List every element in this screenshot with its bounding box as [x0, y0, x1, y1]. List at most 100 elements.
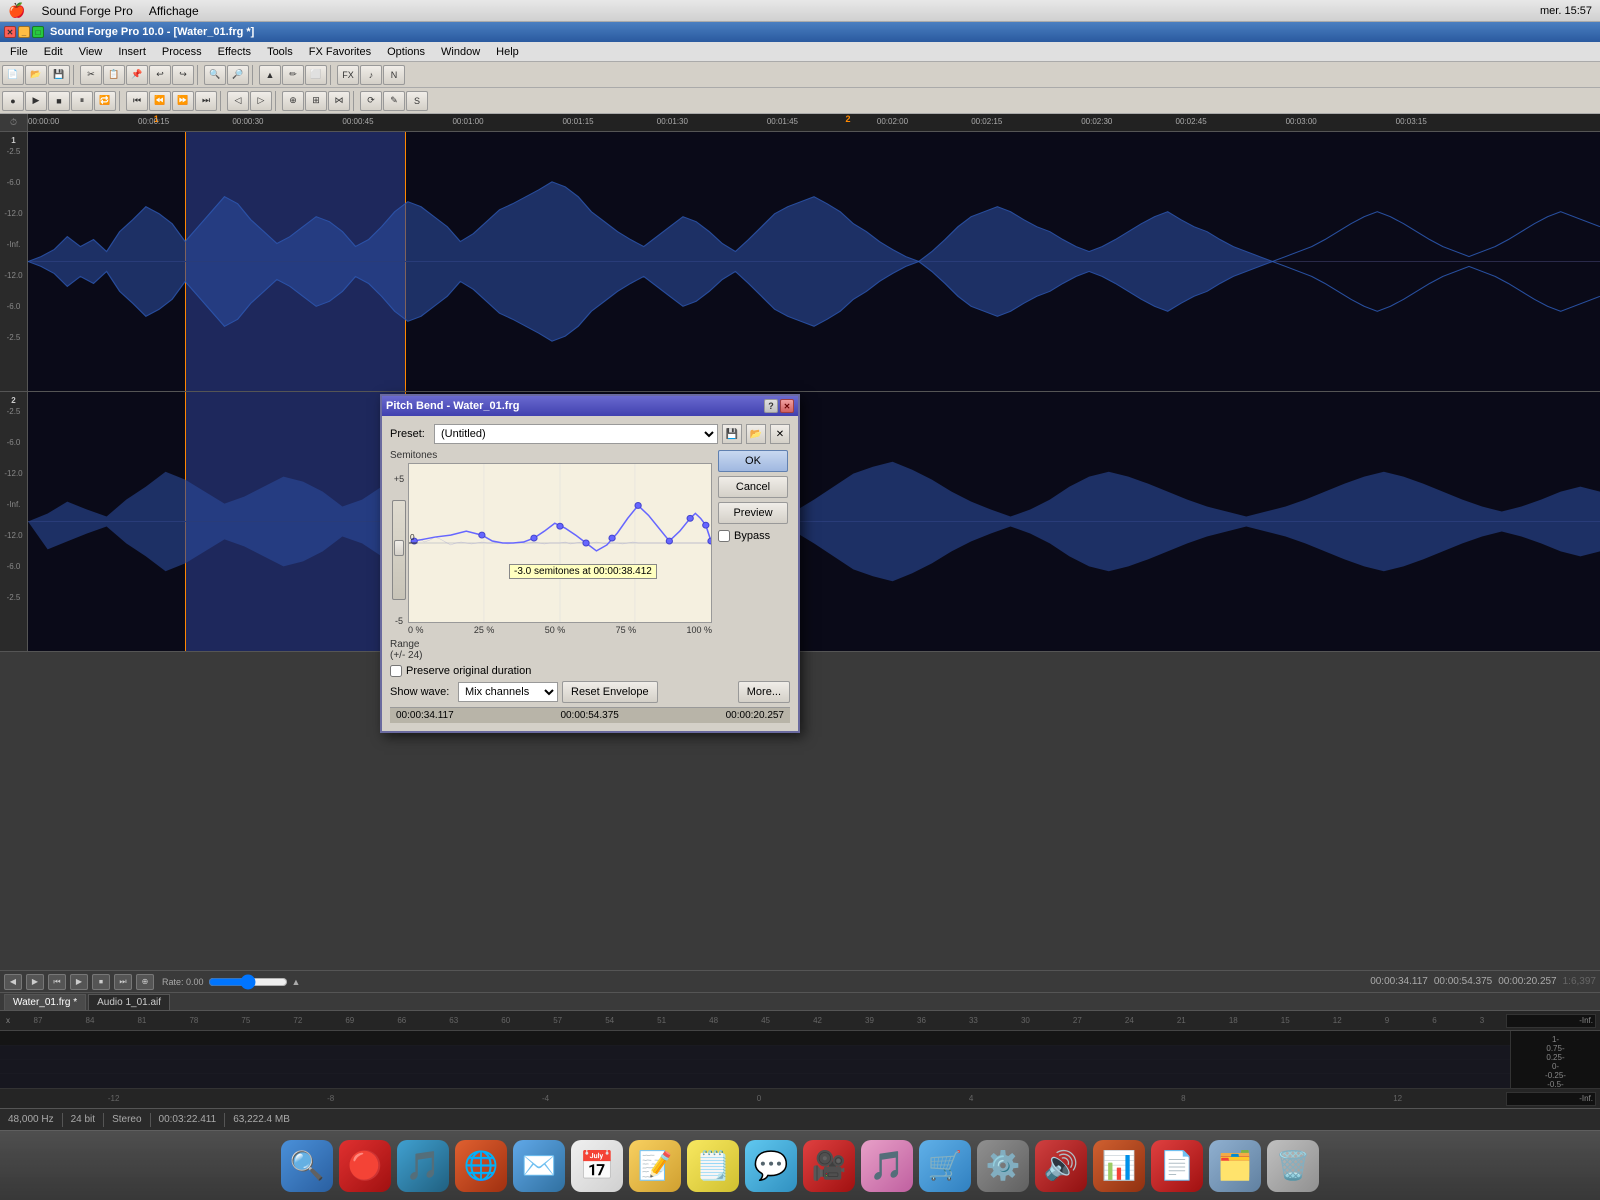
preset-save-btn[interactable]: 💾	[722, 424, 742, 444]
reset-envelope-button[interactable]: Reset Envelope	[562, 681, 658, 703]
tab-water01[interactable]: Water_01.frg *	[4, 994, 86, 1010]
menu-sound-forge[interactable]: Sound Forge Pro	[41, 4, 132, 18]
cancel-button[interactable]: Cancel	[718, 476, 788, 498]
menu-edit[interactable]: Edit	[38, 44, 69, 60]
dock-acrobat[interactable]: 📄	[1151, 1140, 1203, 1192]
pitch-dialog-close-button[interactable]: ✕	[780, 399, 794, 413]
tb-pencil2[interactable]: ✎	[383, 91, 405, 111]
tb-normalize[interactable]: N	[383, 65, 405, 85]
tb-marker-set[interactable]: ◁	[227, 91, 249, 111]
menu-effects[interactable]: Effects	[212, 44, 257, 60]
dock-appstore[interactable]: 🛒	[919, 1140, 971, 1192]
tb-redo[interactable]: ↪	[172, 65, 194, 85]
track-1-waveform-area[interactable]	[28, 132, 1600, 391]
nav-next-btn[interactable]: ⏭	[114, 974, 132, 990]
preset-delete-btn[interactable]: ✕	[770, 424, 790, 444]
tb-stop[interactable]: ■	[48, 91, 70, 111]
tb-rewind[interactable]: ⏪	[149, 91, 171, 111]
preview-button[interactable]: Preview	[718, 502, 788, 524]
menu-insert[interactable]: Insert	[112, 44, 152, 60]
menu-view[interactable]: View	[73, 44, 109, 60]
close-button[interactable]: ✕	[4, 26, 16, 38]
dock-video[interactable]: 🎥	[803, 1140, 855, 1192]
tb-pencil[interactable]: ✏	[282, 65, 304, 85]
tb-grid[interactable]: ⊞	[305, 91, 327, 111]
tb-effects[interactable]: FX	[337, 65, 359, 85]
tb-loop-play[interactable]: 🔁	[94, 91, 116, 111]
menu-affichage[interactable]: Affichage	[149, 4, 199, 18]
nav-prev-btn[interactable]: ⏮	[48, 974, 66, 990]
tb-zoom-in[interactable]: 🔍	[204, 65, 226, 85]
tb-record[interactable]: ●	[2, 91, 24, 111]
wave-select[interactable]: Mix channels Left channel Right channel	[458, 682, 558, 702]
tb-open[interactable]: 📂	[25, 65, 47, 85]
dock-finder[interactable]: 🔍	[281, 1140, 333, 1192]
tb-marker-go[interactable]: ▷	[250, 91, 272, 111]
menu-process[interactable]: Process	[156, 44, 208, 60]
more-button[interactable]: More...	[738, 681, 790, 703]
dock-stickies[interactable]: 🗒️	[687, 1140, 739, 1192]
dock-calendar[interactable]: 📅	[571, 1140, 623, 1192]
pitch-dialog-body: Preset: (Untitled) 💾 📂 ✕ Semitones	[382, 416, 798, 731]
tb-snap[interactable]: ⊕	[282, 91, 304, 111]
tb-copy[interactable]: 📋	[103, 65, 125, 85]
menu-help[interactable]: Help	[490, 44, 525, 60]
tb-save[interactable]: 💾	[48, 65, 70, 85]
rate-slider[interactable]	[208, 974, 288, 990]
tb-pause[interactable]: ⏸	[71, 91, 93, 111]
menu-fx-favorites[interactable]: FX Favorites	[303, 44, 377, 60]
dock-system-prefs[interactable]: ⚙️	[977, 1140, 1029, 1192]
dock-chat[interactable]: 💬	[745, 1140, 797, 1192]
tb-play[interactable]: ▶	[25, 91, 47, 111]
pitch-dialog-help-button[interactable]: ?	[764, 399, 778, 413]
bypass-checkbox[interactable]	[718, 530, 730, 542]
tb-new[interactable]: 📄	[2, 65, 24, 85]
nav-right-btn[interactable]: ▶	[26, 974, 44, 990]
tb-zoom-out[interactable]: 🔎	[227, 65, 249, 85]
dock-notes[interactable]: 📝	[629, 1140, 681, 1192]
tb-pitch[interactable]: ♪	[360, 65, 382, 85]
dock-soundforge[interactable]: 📊	[1093, 1140, 1145, 1192]
menu-file[interactable]: File	[4, 44, 34, 60]
preserve-checkbox[interactable]	[390, 665, 402, 677]
tb-eraser[interactable]: ⬜	[305, 65, 327, 85]
preset-open-btn[interactable]: 📂	[746, 424, 766, 444]
tb-paste[interactable]: 📌	[126, 65, 148, 85]
tb-undo[interactable]: ↩	[149, 65, 171, 85]
nav-play-btn[interactable]: ▶	[70, 974, 88, 990]
env-canvas[interactable]: 0 -3.0 semitones at 00:00:38.412	[408, 463, 712, 623]
nav-stop-btn[interactable]: ⏹	[92, 974, 110, 990]
nav-left-btn[interactable]: ◀	[4, 974, 22, 990]
tb-skip-end[interactable]: ⏭	[195, 91, 217, 111]
tb-crossfade[interactable]: ⋈	[328, 91, 350, 111]
menu-options[interactable]: Options	[381, 44, 431, 60]
tb-scrub[interactable]: ⟳	[360, 91, 382, 111]
tb-smart[interactable]: S	[406, 91, 428, 111]
dock: 🔍 🔴 🎵 🌐 ✉️ 📅 📝 🗒️ 💬 🎥 🎵 🛒 ⚙️ 🔊 📊 📄 🗂️ 🗑️	[0, 1130, 1600, 1200]
dock-browser[interactable]: 🌐	[455, 1140, 507, 1192]
dock-red-app[interactable]: 🔴	[339, 1140, 391, 1192]
track-2-waveform-area[interactable]	[28, 392, 1600, 651]
menu-window[interactable]: Window	[435, 44, 486, 60]
minimize-button[interactable]: _	[18, 26, 30, 38]
dock-trash[interactable]: 🗑️	[1267, 1140, 1319, 1192]
apple-menu[interactable]: 🍎	[8, 2, 25, 19]
tb-cut[interactable]: ✂	[80, 65, 102, 85]
nav-end-btn[interactable]: ⊕	[136, 974, 154, 990]
env-x-axis: 0 % 25 % 50 % 75 % 100 %	[408, 623, 712, 637]
tb-skip-start[interactable]: ⏮	[126, 91, 148, 111]
dock-files[interactable]: 🗂️	[1209, 1140, 1261, 1192]
preset-select[interactable]: (Untitled)	[434, 424, 718, 444]
dock-rme[interactable]: 🔊	[1035, 1140, 1087, 1192]
range-slider-thumb[interactable]	[394, 540, 404, 556]
tb-select[interactable]: ▲	[259, 65, 281, 85]
range-slider[interactable]	[392, 500, 406, 600]
tab-audio101[interactable]: Audio 1_01.aif	[88, 994, 170, 1010]
ok-button[interactable]: OK	[718, 450, 788, 472]
tb-fast-fwd[interactable]: ⏩	[172, 91, 194, 111]
dock-music[interactable]: 🎵	[397, 1140, 449, 1192]
dock-mail[interactable]: ✉️	[513, 1140, 565, 1192]
menu-tools[interactable]: Tools	[261, 44, 299, 60]
maximize-button[interactable]: □	[32, 26, 44, 38]
dock-itunes[interactable]: 🎵	[861, 1140, 913, 1192]
